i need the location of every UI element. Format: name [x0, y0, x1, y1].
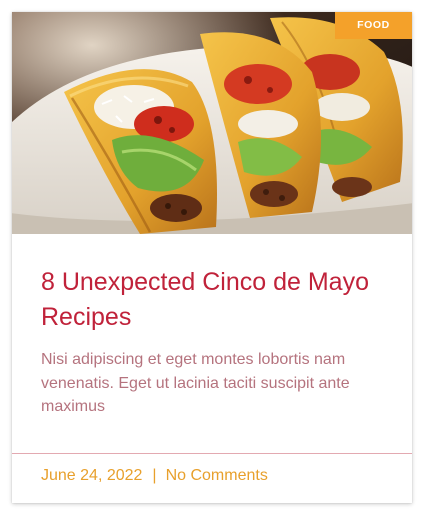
meta-separator: |: [152, 467, 157, 484]
post-meta: June 24, 2022 | No Comments: [41, 465, 268, 487]
post-date: June 24, 2022: [41, 467, 143, 484]
post-featured-image[interactable]: Food: [12, 12, 412, 234]
category-badge[interactable]: Food: [335, 12, 412, 39]
post-excerpt: Nisi adipiscing et eget montes lobortis …: [41, 351, 350, 415]
post-title[interactable]: 8 Unexpected Cinco de Mayo Recipes: [41, 265, 391, 335]
post-card: Food 8 Unexpected Cinco de Mayo Recipes …: [12, 12, 412, 503]
comments-link[interactable]: No Comments: [166, 467, 268, 484]
taco-photo: [12, 12, 412, 234]
divider: [12, 453, 412, 454]
